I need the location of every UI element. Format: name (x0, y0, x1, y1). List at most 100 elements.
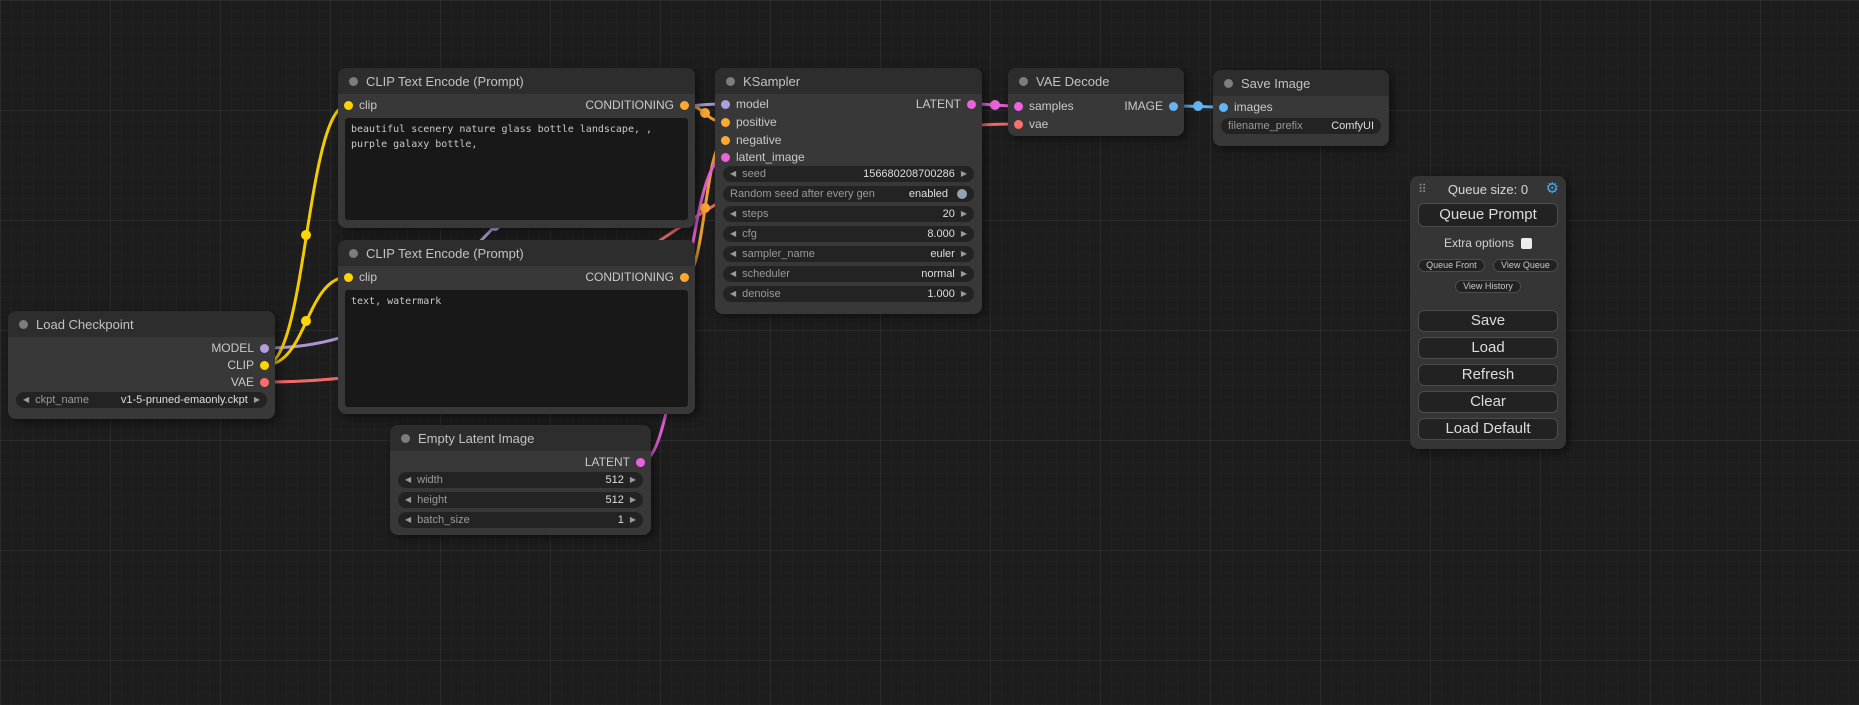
widget-value: enabled (909, 188, 948, 200)
view-history-button[interactable]: View History (1455, 280, 1521, 293)
widget-height[interactable]: ◀ height 512 ▶ (398, 492, 643, 508)
clear-button[interactable]: Clear (1418, 391, 1558, 413)
node-clip-text-encode-positive[interactable]: CLIP Text Encode (Prompt) clip CONDITION… (338, 68, 695, 228)
slot-label: samples (1029, 99, 1074, 113)
settings-gear-icon[interactable]: ⚙ (1546, 179, 1559, 197)
node-header[interactable]: CLIP Text Encode (Prompt) (338, 68, 695, 94)
load-button[interactable]: Load (1418, 337, 1558, 359)
node-vae-decode[interactable]: VAE Decode samples vae IMAGE (1008, 68, 1184, 136)
conditioning-socket[interactable] (721, 136, 730, 145)
widget-label: filename_prefix (1228, 120, 1303, 132)
image-socket[interactable] (1219, 103, 1228, 112)
queue-prompt-button[interactable]: Queue Prompt (1418, 203, 1558, 227)
node-title: KSampler (743, 74, 800, 89)
widget-random-seed-toggle[interactable]: Random seed after every gen enabled (723, 186, 974, 202)
output-slot-latent: LATENT (916, 97, 976, 111)
widget-filename-prefix[interactable]: filename_prefix ComfyUI (1221, 118, 1381, 134)
negative-prompt-textarea[interactable]: text, watermark (345, 290, 688, 407)
conditioning-socket[interactable] (721, 118, 730, 127)
image-socket[interactable] (1169, 102, 1178, 111)
clip-socket[interactable] (260, 361, 269, 370)
widget-steps[interactable]: ◀ steps 20 ▶ (723, 206, 974, 222)
node-header[interactable]: Empty Latent Image (390, 425, 651, 451)
node-load-checkpoint[interactable]: Load Checkpoint MODEL CLIP VAE ◀ ckpt_na… (8, 311, 275, 419)
drag-handle-icon[interactable]: ⠿ (1418, 182, 1427, 196)
collapse-dot-icon[interactable] (401, 434, 410, 443)
collapse-dot-icon[interactable] (19, 320, 28, 329)
widget-batch-size[interactable]: ◀ batch_size 1 ▶ (398, 512, 643, 528)
slot-label: vae (1029, 117, 1048, 131)
decrement-arrow-icon[interactable]: ◀ (730, 270, 736, 278)
decrement-arrow-icon[interactable]: ◀ (23, 396, 29, 404)
node-header[interactable]: VAE Decode (1008, 68, 1184, 94)
decrement-arrow-icon[interactable]: ◀ (405, 516, 411, 524)
toggle-knob-icon[interactable] (957, 189, 967, 199)
node-header[interactable]: Save Image (1213, 70, 1389, 96)
graph-canvas[interactable]: Load Checkpoint MODEL CLIP VAE ◀ ckpt_na… (0, 0, 1859, 705)
increment-arrow-icon[interactable]: ▶ (254, 396, 260, 404)
decrement-arrow-icon[interactable]: ◀ (730, 290, 736, 298)
node-header[interactable]: KSampler (715, 68, 982, 94)
widget-seed[interactable]: ◀ seed 156680208700286 ▶ (723, 166, 974, 182)
latent-socket[interactable] (967, 100, 976, 109)
positive-prompt-textarea[interactable]: beautiful scenery nature glass bottle la… (345, 118, 688, 220)
increment-arrow-icon[interactable]: ▶ (630, 516, 636, 524)
widget-label: Random seed after every gen (730, 188, 875, 200)
vae-socket[interactable] (260, 378, 269, 387)
output-slot-conditioning: CONDITIONING (585, 270, 689, 284)
decrement-arrow-icon[interactable]: ◀ (730, 250, 736, 258)
increment-arrow-icon[interactable]: ▶ (961, 170, 967, 178)
widget-width[interactable]: ◀ width 512 ▶ (398, 472, 643, 488)
collapse-dot-icon[interactable] (1224, 79, 1233, 88)
conditioning-socket[interactable] (680, 101, 689, 110)
increment-arrow-icon[interactable]: ▶ (630, 476, 636, 484)
node-save-image[interactable]: Save Image images filename_prefix ComfyU… (1213, 70, 1389, 146)
load-default-button[interactable]: Load Default (1418, 418, 1558, 440)
refresh-button[interactable]: Refresh (1418, 364, 1558, 386)
decrement-arrow-icon[interactable]: ◀ (405, 476, 411, 484)
collapse-dot-icon[interactable] (726, 77, 735, 86)
queue-front-button[interactable]: Queue Front (1418, 259, 1485, 272)
save-button[interactable]: Save (1418, 310, 1558, 332)
node-title: Load Checkpoint (36, 317, 134, 332)
node-header[interactable]: Load Checkpoint (8, 311, 275, 337)
increment-arrow-icon[interactable]: ▶ (961, 210, 967, 218)
node-empty-latent-image[interactable]: Empty Latent Image LATENT ◀ width 512 ▶ … (390, 425, 651, 535)
model-socket[interactable] (260, 344, 269, 353)
increment-arrow-icon[interactable]: ▶ (961, 230, 967, 238)
vae-socket[interactable] (1014, 120, 1023, 129)
widget-value: normal (921, 268, 955, 280)
decrement-arrow-icon[interactable]: ◀ (730, 170, 736, 178)
widget-ckpt-name[interactable]: ◀ ckpt_name v1-5-pruned-emaonly.ckpt ▶ (16, 392, 267, 408)
collapse-dot-icon[interactable] (1019, 77, 1028, 86)
collapse-dot-icon[interactable] (349, 77, 358, 86)
latent-socket[interactable] (636, 458, 645, 467)
conditioning-socket[interactable] (680, 273, 689, 282)
increment-arrow-icon[interactable]: ▶ (961, 290, 967, 298)
node-header[interactable]: CLIP Text Encode (Prompt) (338, 240, 695, 266)
node-clip-text-encode-negative[interactable]: CLIP Text Encode (Prompt) clip CONDITION… (338, 240, 695, 414)
output-slot-vae: VAE (231, 375, 269, 389)
clip-socket[interactable] (344, 273, 353, 282)
widget-label: ckpt_name (35, 394, 89, 406)
increment-arrow-icon[interactable]: ▶ (961, 270, 967, 278)
widget-cfg[interactable]: ◀ cfg 8.000 ▶ (723, 226, 974, 242)
extra-options-checkbox[interactable] (1521, 238, 1532, 249)
increment-arrow-icon[interactable]: ▶ (961, 250, 967, 258)
decrement-arrow-icon[interactable]: ◀ (730, 230, 736, 238)
latent-socket[interactable] (1014, 102, 1023, 111)
widget-scheduler[interactable]: ◀ scheduler normal ▶ (723, 266, 974, 282)
widget-denoise[interactable]: ◀ denoise 1.000 ▶ (723, 286, 974, 302)
clip-socket[interactable] (344, 101, 353, 110)
model-socket[interactable] (721, 100, 730, 109)
decrement-arrow-icon[interactable]: ◀ (405, 496, 411, 504)
increment-arrow-icon[interactable]: ▶ (630, 496, 636, 504)
widget-sampler-name[interactable]: ◀ sampler_name euler ▶ (723, 246, 974, 262)
decrement-arrow-icon[interactable]: ◀ (730, 210, 736, 218)
slot-label: model (736, 97, 769, 111)
node-ksampler[interactable]: KSampler model positive negative latent_… (715, 68, 982, 314)
view-queue-button[interactable]: View Queue (1493, 259, 1558, 272)
collapse-dot-icon[interactable] (349, 249, 358, 258)
input-slot-latent-image: latent_image (721, 150, 805, 164)
latent-socket[interactable] (721, 153, 730, 162)
